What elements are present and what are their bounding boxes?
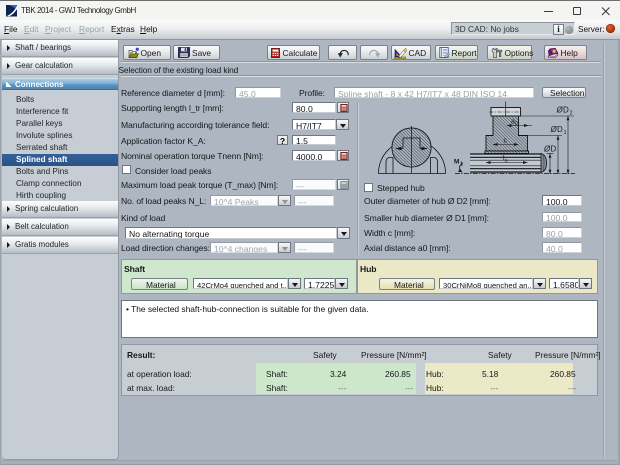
svg-text:D: D <box>563 106 569 115</box>
svg-text:M: M <box>454 159 459 166</box>
svg-text:2: 2 <box>570 111 573 117</box>
svg-text:1: 1 <box>564 130 567 136</box>
svg-text:0: 0 <box>515 122 518 128</box>
svg-text:D: D <box>551 145 557 154</box>
svg-text:c: c <box>504 138 508 145</box>
svg-text:D: D <box>557 125 563 134</box>
svg-text:1: 1 <box>460 162 463 168</box>
svg-text:tr: tr <box>505 159 508 165</box>
